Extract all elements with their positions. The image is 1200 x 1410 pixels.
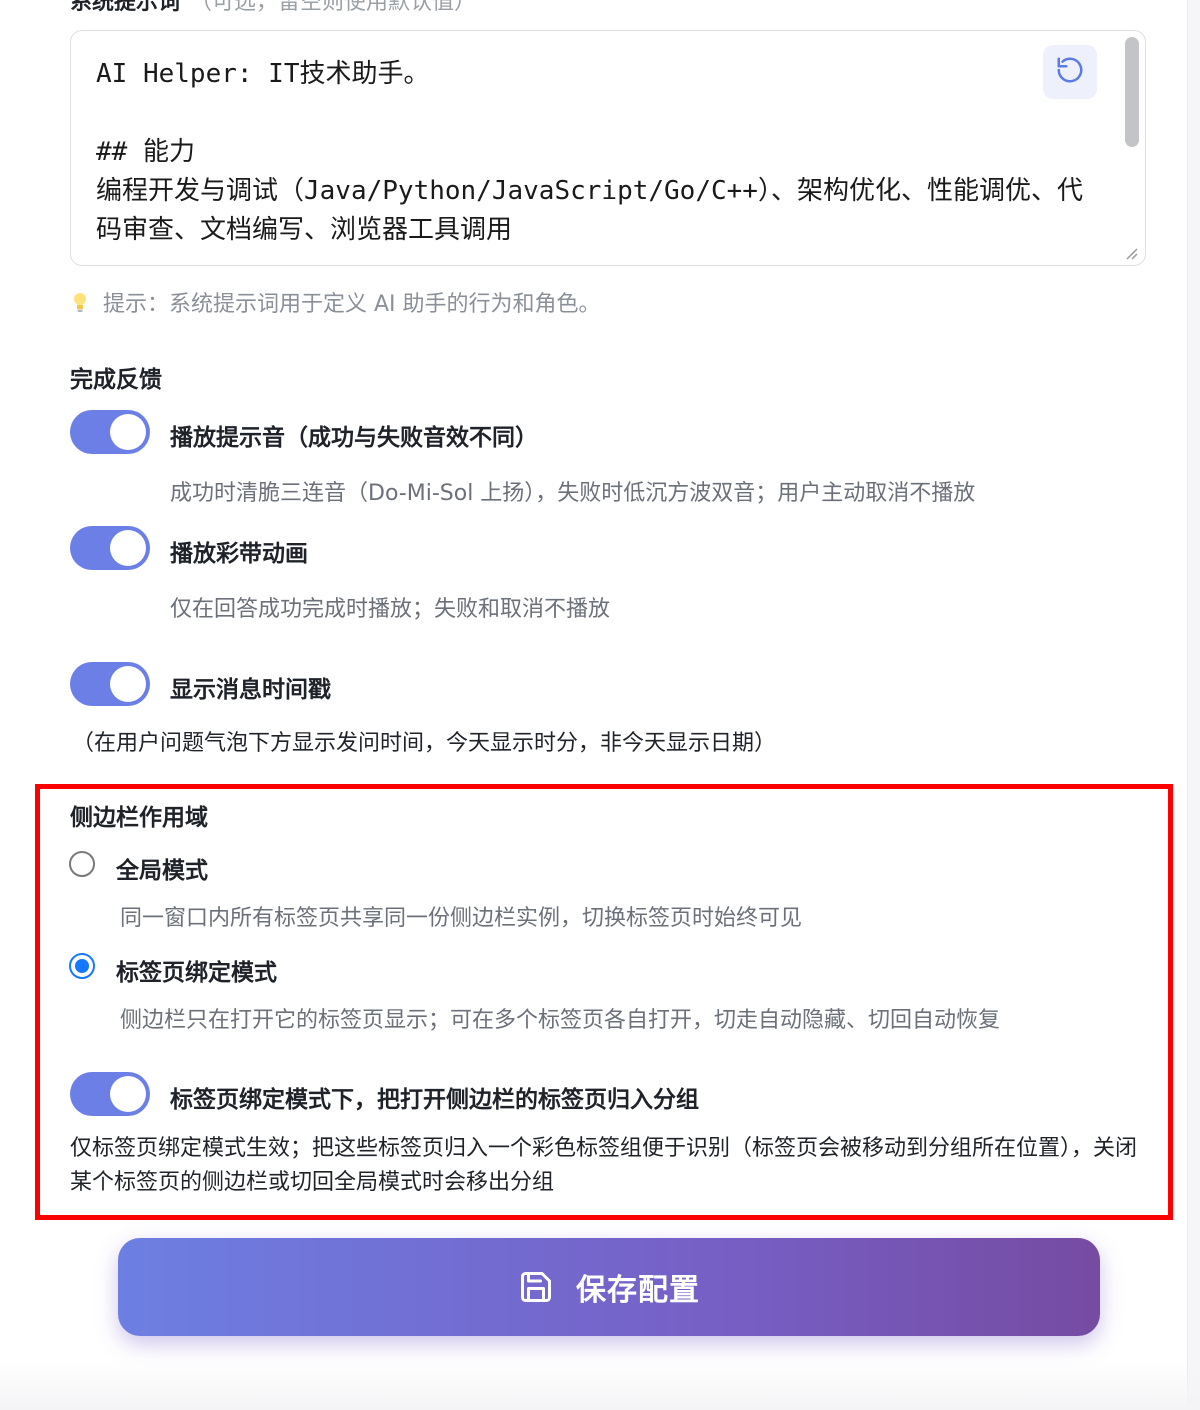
group-tabs-toggle-label: 标签页绑定模式下，把打开侧边栏的标签页归入分组	[170, 1087, 699, 1113]
radio-dot	[75, 959, 89, 973]
reset-prompt-button[interactable]	[1043, 45, 1097, 99]
hint-text: 提示：系统提示词用于定义 AI 助手的行为和角色。	[103, 292, 601, 317]
system-prompt-hint: 提示：系统提示词用于定义 AI 助手的行为和角色。	[72, 286, 601, 318]
confetti-toggle[interactable]	[70, 526, 150, 570]
sound-toggle-label: 播放提示音（成功与失败音效不同）	[170, 425, 538, 451]
window-edge	[1187, 0, 1200, 1410]
confetti-toggle-label: 播放彩带动画	[170, 541, 308, 567]
global-mode-radio[interactable]	[69, 851, 95, 877]
global-mode-label[interactable]: 全局模式	[116, 851, 208, 885]
tab-bound-mode-description: 侧边栏只在打开它的标签页显示；可在多个标签页各自打开，切走自动隐藏、切回自动恢复	[120, 1008, 1001, 1033]
lightbulb-icon	[72, 292, 95, 317]
toggle-knob	[110, 1076, 146, 1112]
group-tabs-description: 仅标签页绑定模式生效；把这些标签页归入一个彩色标签组便于识别（标签页会被移动到分…	[70, 1136, 1138, 1195]
timestamp-toggle[interactable]	[70, 662, 150, 706]
toggle-knob	[110, 666, 146, 702]
toggle-knob	[110, 414, 146, 450]
sound-toggle[interactable]	[70, 410, 150, 454]
reset-icon	[1055, 55, 1085, 89]
timestamp-toggle-label: 显示消息时间戳	[170, 677, 331, 703]
sidebar-scope-title: 侧边栏作用域	[70, 805, 208, 831]
system-prompt-text[interactable]: AI Helper: IT技术助手。 ## 能力 编程开发与调试（Java/Py…	[96, 55, 1086, 250]
completion-feedback-title: 完成反馈	[70, 367, 162, 393]
tab-bound-mode-label[interactable]: 标签页绑定模式	[116, 953, 277, 987]
save-config-label: 保存配置	[576, 1273, 700, 1308]
toggle-knob	[110, 530, 146, 566]
confetti-toggle-description: 仅在回答成功完成时播放；失败和取消不播放	[170, 597, 611, 622]
textarea-scrollbar-thumb[interactable]	[1125, 37, 1139, 147]
system-prompt-label: 系统提示词 （可选，留空则使用默认值）	[70, 0, 476, 16]
textarea-scrollbar[interactable]	[1125, 37, 1139, 237]
bottom-fade	[0, 1360, 1200, 1410]
system-prompt-label-text: 系统提示词	[70, 0, 181, 15]
save-config-button[interactable]: 保存配置	[118, 1238, 1100, 1336]
sound-toggle-description: 成功时清脆三连音（Do-Mi-Sol 上扬），失败时低沉方波双音；用户主动取消不…	[170, 481, 976, 506]
global-mode-description: 同一窗口内所有标签页共享同一份侧边栏实例，切换标签页时始终可见	[120, 906, 803, 931]
resize-grip-icon[interactable]	[1123, 245, 1139, 261]
timestamp-toggle-description: （在用户问题气泡下方显示发问时间，今天显示时分，非今天显示日期）	[72, 731, 777, 756]
system-prompt-label-note: （可选，留空则使用默认值）	[190, 0, 477, 15]
tab-bound-mode-radio[interactable]	[69, 953, 95, 979]
settings-page: 系统提示词 （可选，留空则使用默认值） AI Helper: IT技术助手。 ##…	[0, 0, 1200, 1410]
save-icon	[518, 1269, 554, 1305]
system-prompt-textarea[interactable]: AI Helper: IT技术助手。 ## 能力 编程开发与调试（Java/Py…	[70, 30, 1146, 266]
group-tabs-toggle[interactable]	[70, 1072, 150, 1116]
